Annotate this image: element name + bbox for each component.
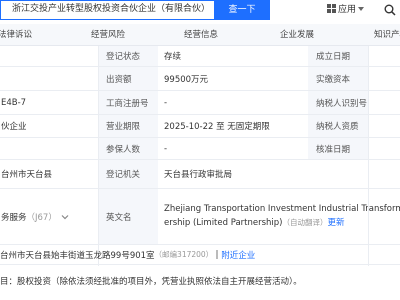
auto-translate-note: （自动翻译） bbox=[282, 218, 328, 227]
divider bbox=[98, 46, 99, 266]
industry-cell: 务服务 （J67） bbox=[0, 189, 98, 244]
field-label: 核准日期 bbox=[308, 138, 368, 159]
left-cell bbox=[0, 138, 98, 159]
industry-text: 务服务 bbox=[1, 212, 27, 223]
business-term-value: 2025-10-22 至 无固定期限 bbox=[164, 122, 270, 132]
english-name-cell: Zhejiang Transportation Investment Indus… bbox=[158, 189, 400, 244]
registration-authority-value: 天台县行政审批局 bbox=[164, 170, 233, 180]
postcode-text: （邮编317200） bbox=[154, 250, 214, 259]
english-name-line2: ership (Limited Partnership)（自动翻译）更新 bbox=[164, 218, 345, 228]
company-search-input[interactable]: 浙江交投产业转型股权投资合伙企业（有限合伙） bbox=[0, 0, 214, 20]
table-row: E4B-7 工商注册号 - 纳税人识别号 bbox=[0, 91, 400, 115]
search-icon[interactable] bbox=[384, 4, 396, 16]
registration-number-value: - bbox=[164, 97, 168, 108]
tab-operating-info[interactable]: 经营信息 bbox=[184, 24, 218, 46]
table-row: 出资额 99500万元 实缴资本 bbox=[0, 67, 400, 91]
business-scope-text: 目：股权投资（除依法须经批准的项目外，凭营业执照依法自主开展经营活动）。 bbox=[0, 277, 302, 287]
field-label: 实缴资本 bbox=[308, 67, 368, 90]
table-row: 台州市天台县 登记机关 天台县行政审批局 bbox=[0, 160, 400, 189]
chevron-down-icon[interactable] bbox=[61, 213, 69, 221]
capital-value: 99500万元 bbox=[164, 74, 209, 85]
field-label: 登记机关 bbox=[98, 160, 158, 188]
field-label: 纳税人识别号 bbox=[308, 91, 368, 114]
field-label: 出资额 bbox=[98, 67, 158, 90]
apps-menu-button[interactable]: 应用 bbox=[327, 0, 365, 20]
field-label: 英文名 bbox=[98, 189, 158, 244]
section-tabs: 法律诉讼 经营风险 经营信息 企业发展 知识产权 bbox=[0, 24, 400, 46]
field-label: 纳税人资质 bbox=[308, 115, 368, 137]
tab-operating-risk[interactable]: 经营风险 bbox=[91, 24, 125, 46]
table-row: 登记状态 存续 成立日期 bbox=[0, 46, 400, 67]
field-label: 参保人数 bbox=[98, 138, 158, 159]
business-scope-row: 目：股权投资（除依法须经批准的项目外，凭营业执照依法自主开展经营活动）。 bbox=[0, 268, 400, 294]
field-value bbox=[368, 46, 400, 66]
tab-intellectual-property[interactable]: 知识产权 bbox=[374, 24, 400, 46]
tab-enterprise-development[interactable]: 企业发展 bbox=[280, 24, 314, 46]
apps-label: 应用 bbox=[338, 5, 357, 15]
table-row: 参保人数 - 核准日期 bbox=[0, 138, 400, 160]
nearby-companies-link[interactable]: 附近企业 bbox=[221, 249, 255, 261]
insured-count-value: - bbox=[164, 143, 168, 154]
left-cell bbox=[0, 46, 98, 66]
english-name-line1: Zhejiang Transportation Investment Indus… bbox=[164, 204, 400, 214]
left-cell bbox=[0, 67, 98, 90]
industry-code: （J67） bbox=[26, 212, 57, 223]
address-row: 台州市天台县始丰街道玉龙路99号901室 （邮编317200） 附近企业 bbox=[0, 245, 400, 265]
left-cell: 台州市天台县 bbox=[1, 170, 53, 180]
left-cell: E4B-7 bbox=[1, 97, 27, 108]
field-label: 营业期限 bbox=[98, 115, 158, 137]
divider bbox=[216, 250, 219, 259]
table-row: 伙企业 营业期限 2025-10-22 至 无固定期限 纳税人资质 bbox=[0, 115, 400, 138]
field-value bbox=[368, 91, 400, 114]
divider bbox=[368, 46, 369, 266]
address-text: 台州市天台县始丰街道玉龙路99号901室 bbox=[0, 250, 155, 261]
registration-status-value: 存续 bbox=[164, 52, 182, 62]
left-cell: 伙企业 bbox=[1, 122, 27, 132]
table-row: 务服务 （J67） 英文名 Zhejiang Transportation Inv… bbox=[0, 189, 400, 245]
field-value bbox=[368, 115, 400, 137]
field-label: 成立日期 bbox=[308, 46, 368, 66]
update-link[interactable]: 更新 bbox=[328, 218, 345, 228]
search-button[interactable]: 查一下 bbox=[214, 0, 270, 20]
field-value bbox=[368, 138, 400, 159]
grid-icon bbox=[327, 4, 336, 13]
chevron-down-icon bbox=[358, 7, 365, 11]
top-search-bar: 浙江交投产业转型股权投资合伙企业（有限合伙） 查一下 应用 bbox=[0, 0, 400, 20]
field-value bbox=[368, 67, 400, 90]
field-label: 登记状态 bbox=[98, 46, 158, 66]
tab-legal-litigation[interactable]: 法律诉讼 bbox=[0, 24, 32, 46]
field-label: 工商注册号 bbox=[98, 91, 158, 114]
